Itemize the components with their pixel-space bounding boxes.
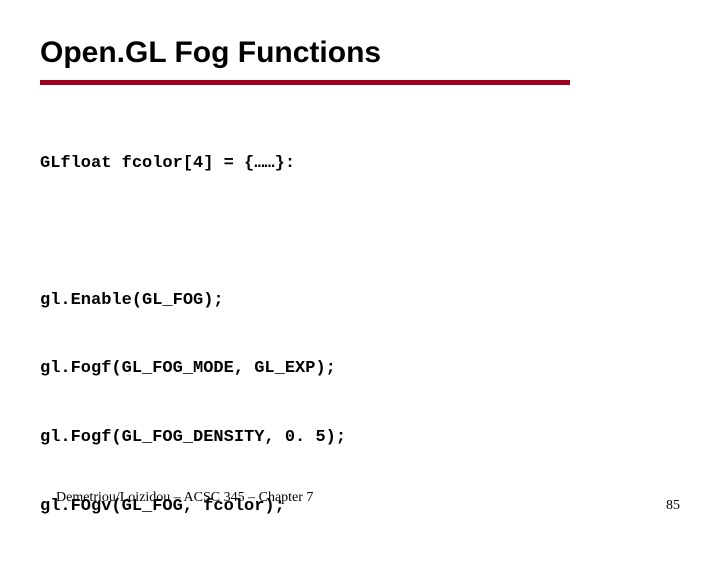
title-underline — [40, 80, 570, 85]
code-line-1: gl.Enable(GL_FOG); — [40, 290, 680, 313]
code-line-2: gl.Fogf(GL_FOG_MODE, GL_EXP); — [40, 358, 680, 381]
footer-attribution: Demetriou/Loizidou – ACSC 345 – Chapter … — [56, 490, 313, 506]
code-line-decl: GLfloat fcolor[4] = {……}: — [40, 153, 680, 176]
page-number: 85 — [666, 498, 680, 514]
code-blank-line — [40, 222, 680, 244]
slide: Open.GL Fog Functions GLfloat fcolor[4] … — [0, 0, 720, 540]
slide-title: Open.GL Fog Functions — [40, 36, 680, 70]
code-line-3: gl.Fogf(GL_FOG_DENSITY, 0. 5); — [40, 427, 680, 450]
